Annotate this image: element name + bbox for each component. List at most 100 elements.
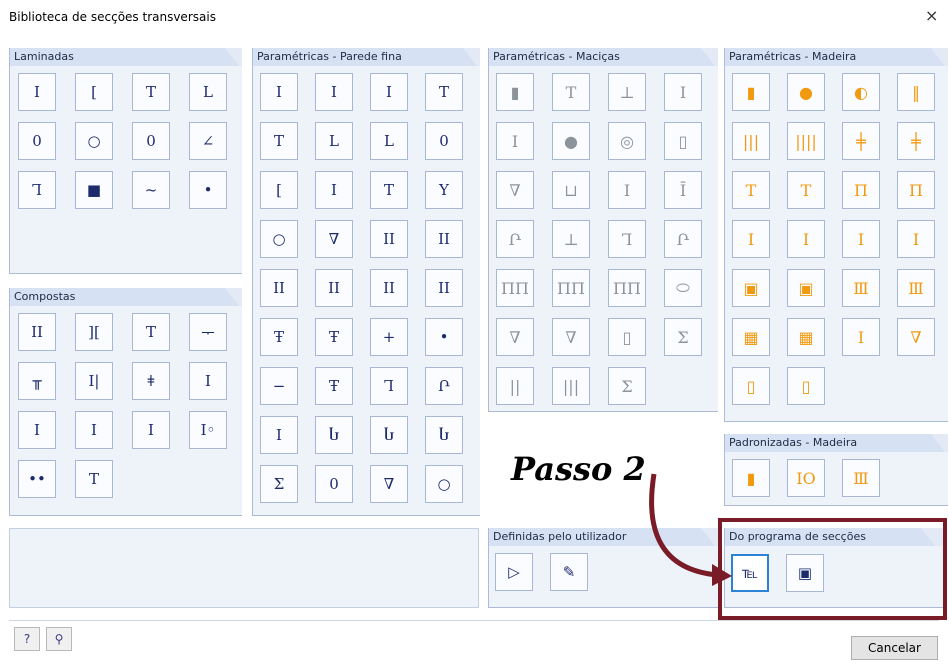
section-button[interactable]: I [842,318,880,356]
section-button[interactable]: II [370,220,408,258]
section-button[interactable]: ● [787,73,825,111]
section-button[interactable]: I [496,122,534,160]
section-button[interactable]: I [260,416,298,454]
section-button[interactable]: T [132,73,170,111]
section-button[interactable]: ● [552,122,590,160]
section-button[interactable]: L [370,122,408,160]
section-button[interactable]: T [425,73,463,111]
section-button[interactable]: ▣ [732,269,770,307]
section-button[interactable]: I| [75,362,113,400]
section-button[interactable]: I [842,220,880,258]
section-button[interactable]: Ⴑ [370,416,408,454]
section-button[interactable]: ○ [75,122,113,160]
section-button[interactable]: ǂ [132,362,170,400]
section-button[interactable]: ▯ [608,318,646,356]
section-button[interactable]: T [370,171,408,209]
section-button[interactable]: L [189,73,227,111]
section-button[interactable]: ΠΠ [608,269,646,307]
section-button[interactable]: ᅮ [189,313,227,351]
section-button[interactable]: ‖ [897,73,935,111]
section-button[interactable]: ⊥ [552,220,590,258]
section-button[interactable]: ▯ [664,122,702,160]
section-button[interactable]: • [425,318,463,356]
section-button[interactable]: Ŧ [260,318,298,356]
section-button[interactable]: − [260,367,298,405]
section-button[interactable]: Ꞁ [608,220,646,258]
section-button[interactable]: Ⅰ [75,411,113,449]
section-button[interactable]: Ŧ [315,318,353,356]
section-button[interactable]: L [315,122,353,160]
section-button[interactable]: ○ [425,465,463,503]
section-button[interactable]: Ⅲ [842,269,880,307]
section-button[interactable]: Π [897,171,935,209]
section-button[interactable]: T [132,313,170,351]
section-button[interactable]: Ꞁ [370,367,408,405]
section-button[interactable]: I [787,220,825,258]
section-button[interactable]: ΠΠ [496,269,534,307]
section-button[interactable]: T [552,73,590,111]
section-button[interactable]: ▯ [732,367,770,405]
section-button[interactable]: ▷ [495,553,533,591]
section-button[interactable]: ∇ [496,171,534,209]
section-button[interactable]: 0 [18,122,56,160]
section-button[interactable]: ΙΙ [370,269,408,307]
section-button[interactable]: ⊥ [608,73,646,111]
section-button[interactable]: ▯ [787,367,825,405]
section-button[interactable]: Ⅲ [897,269,935,307]
section-button[interactable]: I [18,73,56,111]
section-button[interactable]: ∇ [315,220,353,258]
section-button[interactable]: • [189,171,227,209]
section-button[interactable]: ╪ [897,122,935,160]
section-button[interactable]: || [496,367,534,405]
section-button[interactable]: ∇ [897,318,935,356]
section-button[interactable]: ▮ [732,73,770,111]
section-button[interactable]: Σ [260,465,298,503]
section-button[interactable]: I [664,73,702,111]
section-button[interactable]: •• [18,460,56,498]
section-button[interactable]: [ [75,73,113,111]
section-button[interactable]: ╥ [18,362,56,400]
section-button[interactable]: IO [787,459,825,497]
section-button[interactable]: I [370,73,408,111]
section-button[interactable]: ▦ [787,318,825,356]
section-button[interactable]: ╪ [842,122,880,160]
section-button[interactable]: Σ [608,367,646,405]
section-button[interactable]: Ŧ [315,367,353,405]
section-button[interactable]: ∇ [370,465,408,503]
section-button[interactable]: ◐ [842,73,880,111]
help-button[interactable]: ? [14,627,40,651]
section-button[interactable]: ||| [732,122,770,160]
section-button[interactable]: T [260,122,298,160]
section-button[interactable]: T [75,460,113,498]
section-button[interactable]: II [18,313,56,351]
section-button[interactable]: I [189,362,227,400]
section-button[interactable]: Ⅰ [132,411,170,449]
section-button[interactable]: ○ [260,220,298,258]
section-button[interactable]: Ր [664,220,702,258]
section-button[interactable]: Ր [425,367,463,405]
section-button[interactable]: ΠΠ [552,269,590,307]
section-button[interactable]: Y [425,171,463,209]
section-button[interactable]: T [732,171,770,209]
section-button[interactable]: 0 [132,122,170,160]
section-button[interactable]: ◎ [608,122,646,160]
section-button[interactable]: ■ [75,171,113,209]
section-button[interactable]: [ [260,171,298,209]
section-button[interactable]: I [260,73,298,111]
section-button[interactable]: ∠ [189,122,227,160]
section-button[interactable]: ΙΙ [315,269,353,307]
section-button[interactable]: II [425,220,463,258]
section-button[interactable]: Ꞁ [18,171,56,209]
section-button[interactable]: ▣ [787,269,825,307]
section-button[interactable]: Ⴑ [425,416,463,454]
section-button[interactable]: Π [842,171,880,209]
section-button[interactable]: |||| [787,122,825,160]
close-icon[interactable]: × [925,6,938,25]
section-button[interactable]: I [315,73,353,111]
section-button[interactable]: ~ [132,171,170,209]
section-button[interactable]: ][ [75,313,113,351]
section-button[interactable]: I [732,220,770,258]
search-button[interactable]: ⚲ [46,627,72,651]
section-button[interactable]: Ⅲ [842,459,880,497]
section-button[interactable]: ∇ [496,318,534,356]
